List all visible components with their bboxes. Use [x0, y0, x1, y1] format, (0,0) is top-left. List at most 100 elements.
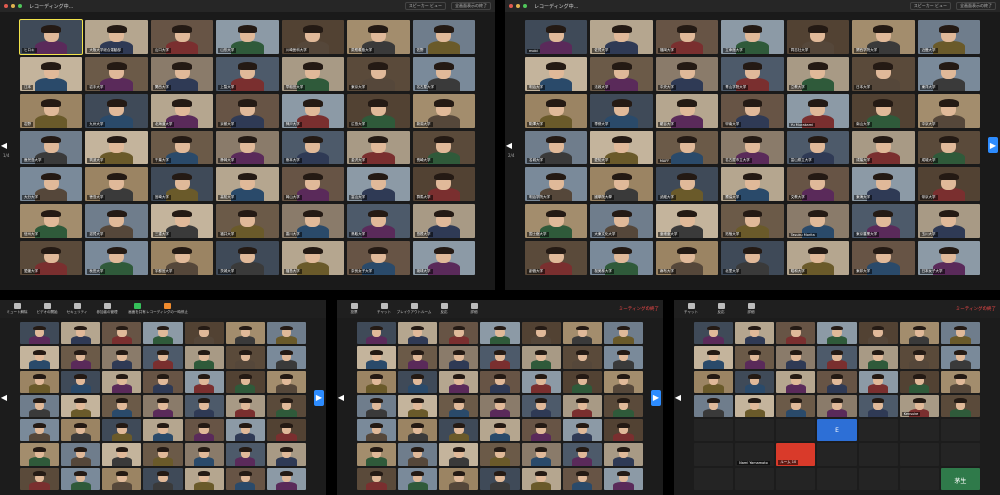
participant-tile[interactable] — [143, 443, 183, 466]
participant-tile[interactable] — [562, 346, 602, 369]
more-button[interactable]: 詳細 — [738, 303, 764, 315]
participant-tile[interactable] — [480, 419, 520, 442]
participant-tile[interactable]: 富山県立大学 — [786, 130, 850, 165]
participant-tile[interactable] — [562, 394, 602, 418]
participant-tile[interactable] — [521, 370, 561, 393]
participant-tile[interactable]: 山形大学 — [216, 20, 279, 54]
maximize-window-icon[interactable] — [18, 4, 22, 8]
speaker-view-button[interactable]: スピーカー ビュー — [404, 2, 446, 10]
participant-tile[interactable] — [899, 370, 939, 393]
prev-page-arrow-icon[interactable]: ◀ — [674, 390, 682, 406]
participant-tile[interactable] — [184, 467, 224, 490]
participant-tile[interactable] — [20, 370, 60, 393]
participant-tile[interactable]: 獨協大学 — [721, 167, 784, 202]
participant-tile[interactable] — [521, 394, 561, 418]
participant-tile[interactable] — [61, 443, 101, 466]
participant-tile[interactable]: 東邦大学 — [852, 241, 915, 275]
participant-tile[interactable] — [735, 419, 775, 442]
participant-tile[interactable]: 滋賀大学 — [85, 204, 148, 239]
participant-tile[interactable] — [20, 346, 60, 369]
participant-tile[interactable]: 東海大学 — [852, 167, 915, 202]
participant-tile[interactable] — [776, 370, 816, 393]
participant-tile[interactable] — [694, 394, 734, 418]
participant-tile[interactable] — [398, 346, 438, 369]
participant-tile[interactable] — [439, 419, 479, 442]
end-meeting-button[interactable]: ミーティングの終了 — [956, 306, 996, 312]
participant-tile[interactable] — [61, 370, 101, 393]
end-meeting-button[interactable]: ミーティングの終了 — [619, 306, 659, 312]
participant-tile[interactable]: 専修大学 — [590, 93, 653, 128]
participant-tile[interactable]: 大阪大学総合運動部 — [85, 20, 148, 54]
participant-tile[interactable]: 帝京大学 — [917, 167, 980, 202]
chat-button[interactable]: チャット — [371, 303, 397, 315]
participant-tile[interactable] — [817, 394, 857, 418]
participant-tile[interactable]: 立命館大学 — [721, 20, 784, 54]
participant-tile[interactable] — [61, 394, 101, 418]
participant-tile[interactable] — [225, 394, 265, 418]
participant-tile[interactable] — [143, 394, 183, 418]
participant-tile[interactable]: 新潟大学 — [412, 93, 475, 128]
participant-tile[interactable] — [439, 467, 479, 490]
participant-tile[interactable]: 群馬大学 — [412, 167, 475, 202]
participant-tile[interactable]: 日本女子大学 — [917, 241, 980, 275]
participant-tile[interactable]: 鹿児島大学 — [20, 130, 83, 165]
participant-tile[interactable] — [521, 467, 561, 490]
participant-tile[interactable] — [940, 394, 980, 418]
participant-tile[interactable]: 佐野 — [412, 20, 475, 54]
participant-tile[interactable]: 成蹊大学 — [852, 130, 915, 165]
participant-tile[interactable] — [266, 394, 306, 418]
participant-tile[interactable] — [61, 322, 101, 345]
participant-tile[interactable] — [480, 322, 520, 345]
participant-tile[interactable]: 文教大学 — [786, 167, 850, 202]
participant-tile[interactable]: 龍谷大学 — [655, 93, 719, 128]
participants-button[interactable]: 参加者の管理 — [94, 303, 120, 315]
participant-tile[interactable]: E — [817, 419, 857, 442]
participant-tile[interactable] — [899, 346, 939, 369]
participant-tile[interactable] — [562, 443, 602, 466]
breakout-button[interactable]: ブレイクアウトルーム — [397, 303, 431, 315]
participant-tile[interactable]: 上智大学 — [216, 56, 279, 91]
participant-tile[interactable] — [899, 419, 939, 442]
participant-tile[interactable] — [521, 443, 561, 466]
participant-tile[interactable]: 東京大学 — [347, 56, 410, 91]
participant-tile[interactable] — [776, 467, 816, 490]
participant-tile[interactable] — [562, 370, 602, 393]
participant-tile[interactable] — [858, 467, 898, 490]
participant-tile[interactable]: 江本 — [20, 56, 83, 91]
participant-tile[interactable]: 神戸大学 — [281, 93, 345, 128]
minimize-window-icon[interactable] — [516, 4, 520, 8]
participant-tile[interactable] — [521, 419, 561, 442]
participant-tile[interactable]: 武蔵大学 — [655, 167, 719, 202]
participant-tile[interactable] — [439, 370, 479, 393]
participant-tile[interactable] — [562, 419, 602, 442]
participant-tile[interactable] — [102, 370, 142, 393]
participant-tile[interactable]: 筑波大学 — [85, 130, 148, 165]
participant-tile[interactable] — [899, 443, 939, 466]
participant-tile[interactable]: 愛知大学 — [590, 130, 653, 165]
participant-tile[interactable]: Kensuke — [899, 394, 939, 418]
next-page-arrow-icon[interactable]: ▶ — [988, 137, 998, 153]
participant-tile[interactable] — [899, 467, 939, 490]
participant-tile[interactable] — [480, 443, 520, 466]
participant-tile[interactable] — [521, 346, 561, 369]
participant-tile[interactable] — [143, 322, 183, 345]
participant-tile[interactable] — [61, 346, 101, 369]
participant-tile[interactable] — [143, 346, 183, 369]
participant-tile[interactable] — [940, 322, 980, 345]
minimize-window-icon[interactable] — [11, 4, 15, 8]
participant-tile[interactable]: 名城大学 — [525, 130, 588, 165]
participant-tile[interactable] — [20, 443, 60, 466]
participant-tile[interactable] — [225, 467, 265, 490]
exit-fullscreen-button[interactable]: 全画面表示の終了 — [956, 2, 996, 10]
participant-tile[interactable] — [480, 346, 520, 369]
participant-tile[interactable]: 関西大学 — [150, 56, 214, 91]
participant-tile[interactable] — [184, 370, 224, 393]
participant-tile[interactable]: 桜美林大学 — [590, 241, 653, 275]
participant-tile[interactable]: 昭和大学 — [786, 241, 850, 275]
participant-tile[interactable] — [735, 322, 775, 345]
participant-tile[interactable]: 茅生 — [940, 467, 980, 490]
participant-tile[interactable] — [398, 467, 438, 490]
participant-tile[interactable] — [357, 419, 397, 442]
participant-tile[interactable] — [694, 419, 734, 442]
participant-tile[interactable] — [562, 322, 602, 345]
